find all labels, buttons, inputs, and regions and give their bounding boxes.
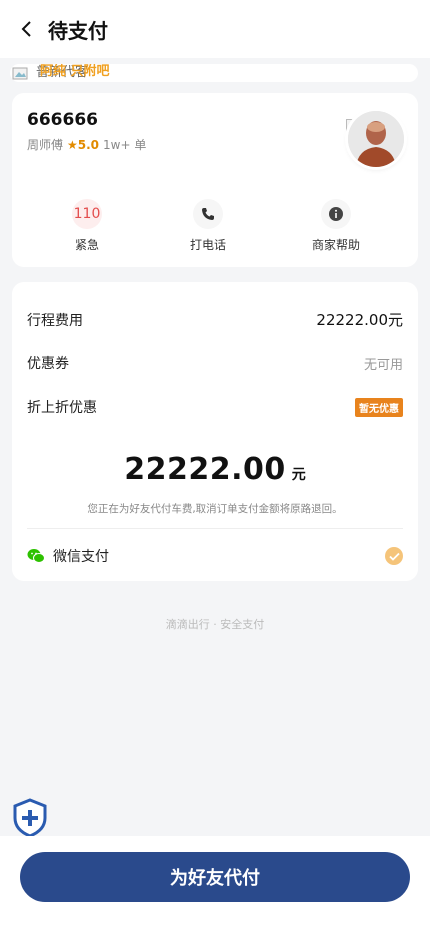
checkmark-icon	[385, 547, 403, 565]
coupon-value: 无可用	[363, 357, 403, 373]
discount-badge: 暂无优惠	[355, 397, 403, 417]
trip-fee-label: 行程费用	[27, 312, 83, 329]
total-unit: 元	[291, 467, 306, 483]
emergency-number: 110	[73, 206, 101, 222]
divider	[27, 528, 403, 529]
broken-image-icon	[12, 66, 30, 80]
merchant-help-label: 商家帮助	[311, 238, 360, 252]
driver-meta: 周师傅 ★5.0 1w+ 单	[27, 136, 146, 153]
driver-rating: ★5.0	[67, 137, 100, 152]
driver-name: 周师傅	[27, 138, 64, 152]
chevron-left-icon	[21, 21, 31, 37]
merchant-help-button[interactable]: 商家帮助	[291, 199, 381, 253]
total-amount-block: 22222.00 元	[12, 452, 418, 487]
info-icon	[321, 199, 351, 229]
call-button[interactable]: 打电话	[163, 199, 253, 253]
bottom-bar: 为好友代付	[0, 836, 430, 932]
payment-method-wechat[interactable]: 微信支付	[27, 544, 403, 568]
total-amount: 22222.00	[124, 452, 286, 487]
payment-method-label: 微信支付	[53, 549, 109, 565]
emergency-button[interactable]: 110 紧急	[42, 199, 132, 253]
coupon-row[interactable]: 优惠券 无可用	[27, 353, 403, 373]
fare-card: 行程费用 22222.00元 优惠券 无可用 折上折优惠 暂无优惠 22222.…	[12, 282, 418, 581]
safety-shield-icon[interactable]	[12, 798, 48, 838]
discount-label: 折上折优惠	[27, 400, 97, 416]
emergency-110-icon: 110	[72, 199, 102, 229]
coupon-label: 优惠券	[27, 356, 69, 372]
call-label: 打电话	[189, 238, 226, 252]
driver-card: 666666 周师傅 ★5.0 1w+ 单 110 紧急 打电话 商家帮助	[12, 93, 418, 267]
notice-tag: 阿纯 只附吧	[40, 64, 110, 79]
action-row: 110 紧急 打电话 商家帮助	[12, 199, 418, 255]
header-bar: 待支付	[0, 0, 430, 58]
avatar	[348, 111, 404, 167]
trip-fee-row: 行程费用 22222.00元	[27, 309, 403, 330]
emergency-label: 紧急	[74, 238, 99, 252]
license-plate: 666666	[27, 110, 98, 130]
driver-orders: 1w+ 单	[103, 138, 147, 152]
refund-notice: 您正在为好友代付车费,取消订单支付金额将原路退回。	[87, 503, 343, 515]
pay-for-friend-button[interactable]: 为好友代付	[20, 852, 410, 902]
phone-icon	[193, 199, 223, 229]
wechat-icon	[27, 548, 45, 564]
notice-bar: 普新代客 阿纯 只附吧	[10, 64, 418, 82]
trip-fee-value: 22222.00元	[316, 311, 403, 329]
back-button[interactable]	[16, 18, 38, 40]
driver-avatar	[348, 111, 404, 167]
security-note: 滴滴出行 · 安全支付	[165, 618, 265, 631]
discount-row: 折上折优惠 暂无优惠	[27, 397, 403, 417]
page-title: 待支付	[48, 18, 108, 43]
